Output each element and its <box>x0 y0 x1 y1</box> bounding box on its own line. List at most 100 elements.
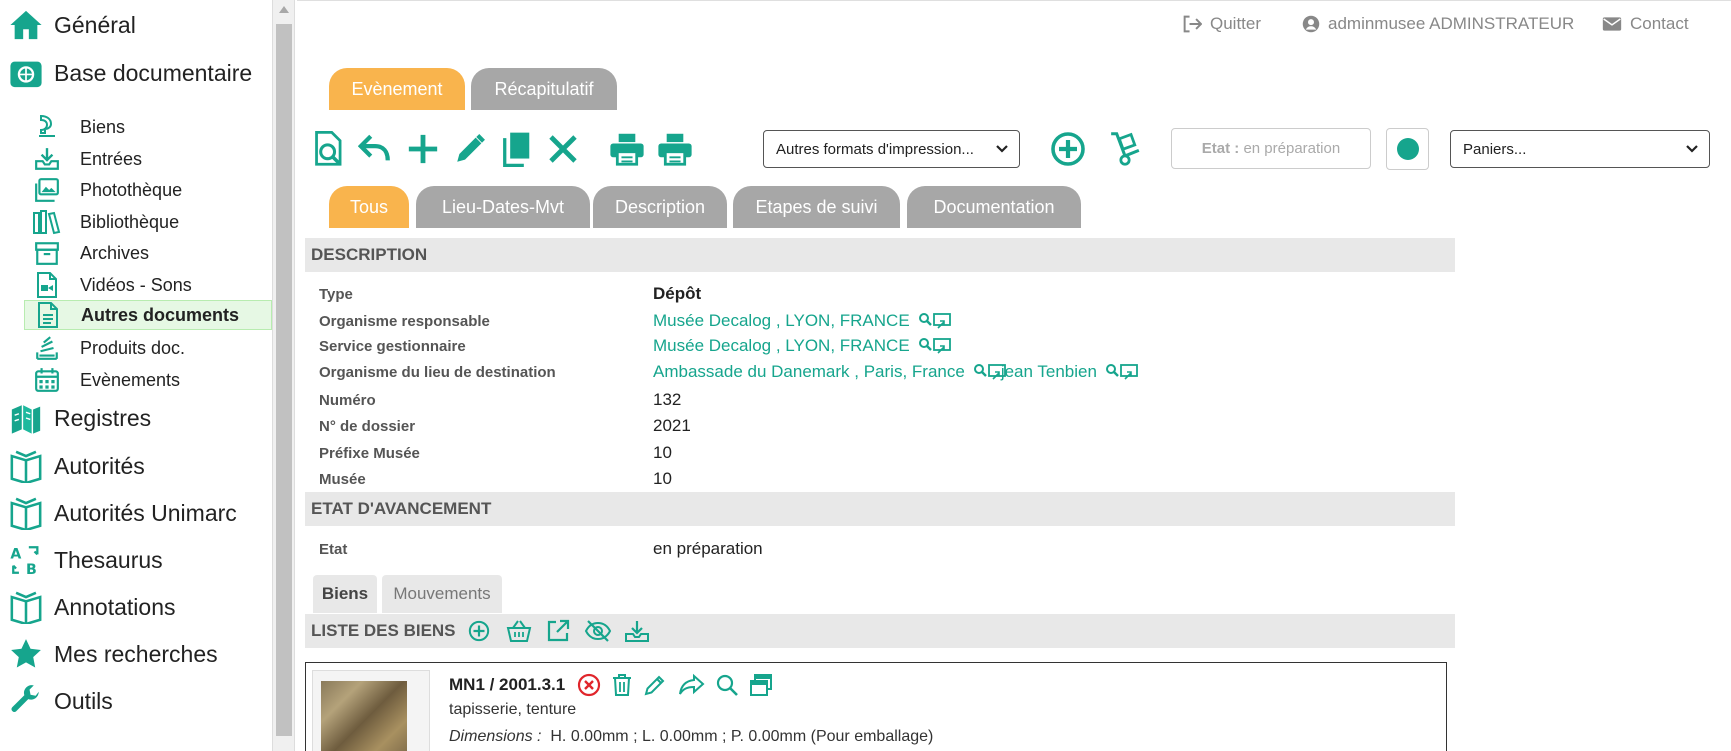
quit-link[interactable]: Quitter <box>1182 11 1261 37</box>
print-formats-select[interactable]: Autres formats d'impression... <box>763 130 1020 168</box>
undo-button[interactable] <box>355 129 395 169</box>
print-button[interactable] <box>607 129 647 169</box>
hide-button[interactable] <box>584 619 612 643</box>
sidebar-item-label: Outils <box>54 687 113 714</box>
scroll-up-arrow-icon[interactable] <box>279 6 289 13</box>
print-alt-button[interactable] <box>655 129 695 169</box>
sidebar-item-mes-recherches[interactable]: Mes recherches <box>8 634 218 674</box>
search-display-icon[interactable] <box>918 337 952 355</box>
tab-etapes-de-suivi[interactable]: Etapes de suivi <box>733 186 900 228</box>
field-numero: Numéro 132 <box>319 388 681 412</box>
sidebar-item-annotations[interactable]: Annotations <box>8 587 175 627</box>
share-item-button[interactable] <box>677 673 705 697</box>
tab-description[interactable]: Description <box>593 186 727 228</box>
chevron-down-icon <box>996 145 1008 153</box>
open-window-button[interactable] <box>749 673 773 697</box>
sidebar-item-base-documentaire[interactable]: Base documentaire <box>8 53 252 93</box>
trash-button[interactable] <box>611 673 633 697</box>
sidebar-item-outils[interactable]: Outils <box>8 681 113 721</box>
plus-icon <box>408 134 438 164</box>
add-circle-button[interactable] <box>1048 129 1088 169</box>
sidebar-item-autorites[interactable]: Autorités <box>8 446 145 486</box>
sidebar-item-phototheque[interactable]: Photothèque <box>24 175 272 205</box>
field-value-link[interactable]: Musée Decalog , LYON, FRANCE <box>653 311 952 331</box>
sidebar-item-thesaurus[interactable]: AB Thesaurus <box>8 540 163 580</box>
sidebar-item-label: Biens <box>80 116 126 137</box>
duplicate-button[interactable] <box>497 129 537 169</box>
star-icon <box>8 636 44 672</box>
search-display-icon[interactable] <box>1105 363 1139 381</box>
sidebar-item-entrees[interactable]: Entrées <box>24 144 272 174</box>
user-name: adminmusee ADMINSTRATEUR <box>1328 14 1575 33</box>
field-etat: Etat en préparation <box>319 537 763 561</box>
sidebar-item-archives[interactable]: Archives <box>24 238 272 268</box>
tab-lieu-dates-mvt[interactable]: Lieu-Dates-Mvt <box>416 186 590 228</box>
calendar-icon <box>32 366 62 394</box>
field-musee: Musée 10 <box>319 467 672 491</box>
user-account-link[interactable]: adminmusee ADMINSTRATEUR <box>1302 11 1574 37</box>
add-button[interactable] <box>403 129 443 169</box>
wrench-icon <box>8 683 44 719</box>
transport-button[interactable] <box>1105 129 1145 169</box>
sidebar-item-registres[interactable]: Registres <box>8 398 151 438</box>
preview-search-button[interactable] <box>309 129 349 169</box>
field-value-link[interactable]: Musée Decalog , LYON, FRANCE <box>653 336 952 356</box>
item-description: tapisserie, tenture <box>449 701 577 718</box>
search-display-icon[interactable] <box>918 312 952 330</box>
item-dimensions: Dimensions : H. 0.00mm ; L. 0.00mm ; P. … <box>449 728 933 746</box>
sidebar-item-biens[interactable]: Biens <box>24 112 272 142</box>
tab-evenement[interactable]: Evènement <box>329 68 465 110</box>
download-button[interactable] <box>624 619 650 643</box>
scroll-thumb[interactable] <box>276 24 292 736</box>
field-value-link[interactable]: Ambassade du Danemark , Paris, France je… <box>653 362 1139 382</box>
open-external-button[interactable] <box>546 619 570 643</box>
list-heading-label: LISTE DES BIENS <box>311 621 456 640</box>
close-circle-icon <box>578 673 601 697</box>
plus-circle-icon <box>468 620 489 642</box>
field-value: Dépôt <box>653 284 702 303</box>
edit-item-button[interactable] <box>643 673 667 697</box>
sidebar-item-evenements[interactable]: Evènements <box>24 365 272 395</box>
printer-icon <box>610 133 644 166</box>
item-header: MN1 / 2001.3.1 <box>449 671 773 699</box>
sidebar-item-autorites-unimarc[interactable]: Autorités Unimarc <box>8 493 237 533</box>
item-title[interactable]: MN1 / 2001.3.1 <box>449 675 565 695</box>
sidebar-scrollbar[interactable] <box>272 0 295 751</box>
sidebar-item-produits-doc[interactable]: Produits doc. <box>24 333 272 363</box>
state-color-button[interactable] <box>1386 128 1429 170</box>
contact-link[interactable]: Contact <box>1602 11 1689 37</box>
sidebar-item-autres-documents[interactable]: Autres documents <box>24 300 272 330</box>
basket-button[interactable] <box>506 619 532 643</box>
tab-label: Lieu-Dates-Mvt <box>441 196 565 217</box>
field-prefixe-musee: Préfixe Musée 10 <box>319 441 672 465</box>
state-display: Etat : en préparation <box>1171 128 1371 169</box>
sidebar-item-label: Mes recherches <box>54 640 218 667</box>
field-value: 10 <box>653 443 672 462</box>
sidebar-item-general[interactable]: Général <box>8 5 136 45</box>
tab-label: Etapes de suivi <box>755 196 878 217</box>
tab-tous[interactable]: Tous <box>329 186 409 228</box>
sidebar-item-label: Photothèque <box>80 179 183 200</box>
tab-mouvements[interactable]: Mouvements <box>382 575 502 613</box>
tab-label: Récapitulatif <box>494 78 594 99</box>
baskets-select[interactable]: Paniers... <box>1450 130 1710 168</box>
sidebar-item-videos-sons[interactable]: Vidéos - Sons <box>24 270 272 300</box>
contact-person-link[interactable]: jean Tenbien <box>1001 362 1097 382</box>
edit-button[interactable] <box>450 129 490 169</box>
delete-button[interactable] <box>543 129 583 169</box>
tab-recapitulatif[interactable]: Récapitulatif <box>471 68 617 110</box>
tab-documentation[interactable]: Documentation <box>907 186 1081 228</box>
sidebar-item-bibliotheque[interactable]: Bibliothèque <box>24 207 272 237</box>
item-thumbnail[interactable] <box>312 670 430 751</box>
database-icon <box>8 55 44 91</box>
tab-biens[interactable]: Biens <box>313 575 377 613</box>
remove-item-button[interactable] <box>577 673 601 697</box>
library-icon <box>32 208 62 236</box>
field-label: Service gestionnaire <box>319 337 466 355</box>
search-item-button[interactable] <box>715 673 739 697</box>
download-tray-icon <box>624 621 649 642</box>
sidebar-item-label: Vidéos - Sons <box>80 274 192 295</box>
field-organisme-destination: Organisme du lieu de destination Ambassa… <box>319 360 1139 384</box>
add-item-button[interactable] <box>468 620 490 642</box>
status-dot-icon <box>1396 138 1419 160</box>
